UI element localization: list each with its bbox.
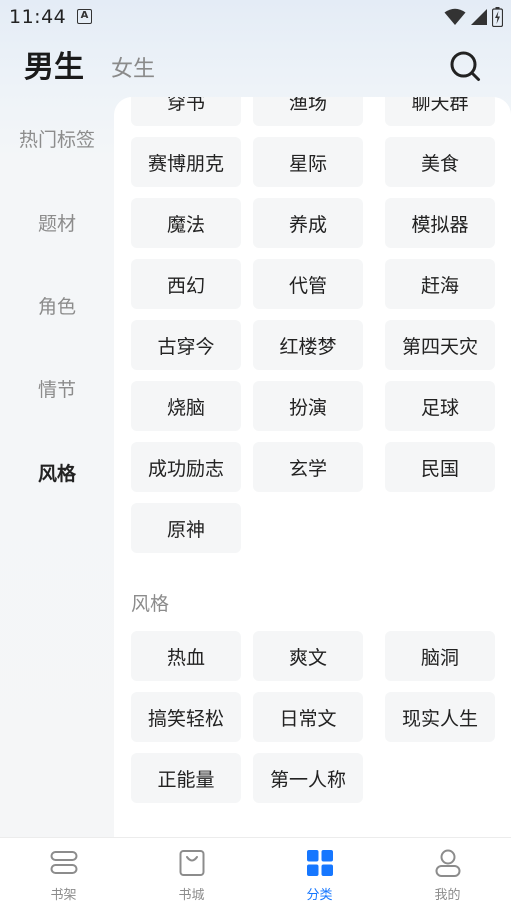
tag-chip[interactable]: 搞笑轻松 [131, 692, 241, 742]
nav-category[interactable]: 分类 [256, 838, 383, 908]
side-item-style[interactable]: 风格 [0, 459, 114, 486]
section-title-style: 风格 [131, 593, 170, 615]
tag-chip[interactable]: 渔场 [253, 97, 363, 126]
nav-profile[interactable]: 我的 [384, 838, 511, 908]
nav-label: 书架 [50, 888, 77, 903]
tag-chip[interactable]: 足球 [385, 381, 495, 431]
side-item-subject[interactable]: 题材 [0, 209, 114, 236]
tab-male[interactable]: 男生 [24, 42, 84, 86]
tag-chip[interactable]: 代管 [253, 259, 363, 309]
tag-chip[interactable]: 聊天群 [385, 97, 495, 126]
nav-label: 我的 [434, 888, 461, 903]
wifi-icon [444, 8, 466, 25]
tag-chip[interactable]: 成功励志 [131, 442, 241, 492]
tag-chip[interactable]: 民国 [385, 442, 495, 492]
nav-label: 分类 [306, 888, 333, 903]
tag-chip[interactable]: 第一人称 [253, 753, 363, 803]
tag-chip[interactable]: 日常文 [253, 692, 363, 742]
status-time: 11:44 [9, 6, 67, 28]
tag-chip[interactable]: 西幻 [131, 259, 241, 309]
tag-chip[interactable]: 美食 [385, 137, 495, 187]
tag-content-panel: 穿书 渔场 聊天群 赛博朋克 星际 美食 魔法 养成 模拟器 西幻 代管 赶海 … [114, 97, 511, 837]
tag-chip[interactable]: 热血 [131, 631, 241, 681]
tag-chip[interactable]: 穿书 [131, 97, 241, 126]
tag-chip[interactable]: 烧脑 [131, 381, 241, 431]
category-side-nav: 热门标签 题材 角色 情节 风格 [0, 97, 114, 837]
tag-chip[interactable]: 爽文 [253, 631, 363, 681]
status-icons [444, 7, 503, 27]
tag-chip[interactable]: 原神 [131, 503, 241, 553]
tag-chip[interactable]: 模拟器 [385, 198, 495, 248]
tag-chip[interactable]: 赛博朋克 [131, 137, 241, 187]
side-item-plot[interactable]: 情节 [0, 375, 114, 402]
nav-label: 书城 [178, 888, 205, 903]
tag-chip[interactable]: 脑洞 [385, 631, 495, 681]
side-item-role[interactable]: 角色 [0, 292, 114, 319]
side-item-hot-tags[interactable]: 热门标签 [0, 125, 114, 152]
search-icon[interactable] [449, 50, 481, 82]
tag-chip[interactable]: 红楼梦 [253, 320, 363, 370]
tag-chip[interactable]: 扮演 [253, 381, 363, 431]
tag-chip[interactable]: 第四天灾 [385, 320, 495, 370]
tag-chip[interactable]: 正能量 [131, 753, 241, 803]
bottom-nav: 书架 书城 分类 我的 [0, 837, 511, 908]
user-icon [435, 849, 460, 877]
tab-female[interactable]: 女生 [111, 51, 155, 83]
tag-chip[interactable]: 魔法 [131, 198, 241, 248]
status-bar: 11:44 A [0, 0, 511, 34]
nav-bookshelf[interactable]: 书架 [0, 838, 127, 908]
category-grid-icon [306, 850, 333, 876]
notification-icon: A [77, 9, 92, 24]
tag-chip[interactable]: 古穿今 [131, 320, 241, 370]
tag-chip[interactable]: 现实人生 [385, 692, 495, 742]
tag-chip[interactable]: 养成 [253, 198, 363, 248]
battery-icon [492, 7, 503, 27]
bookshelf-icon [50, 851, 77, 874]
tag-chip[interactable]: 星际 [253, 137, 363, 187]
signal-icon [471, 9, 487, 25]
tag-chip[interactable]: 玄学 [253, 442, 363, 492]
nav-bookstore[interactable]: 书城 [128, 838, 255, 908]
shopping-bag-icon [179, 850, 204, 876]
tag-chip[interactable]: 赶海 [385, 259, 495, 309]
